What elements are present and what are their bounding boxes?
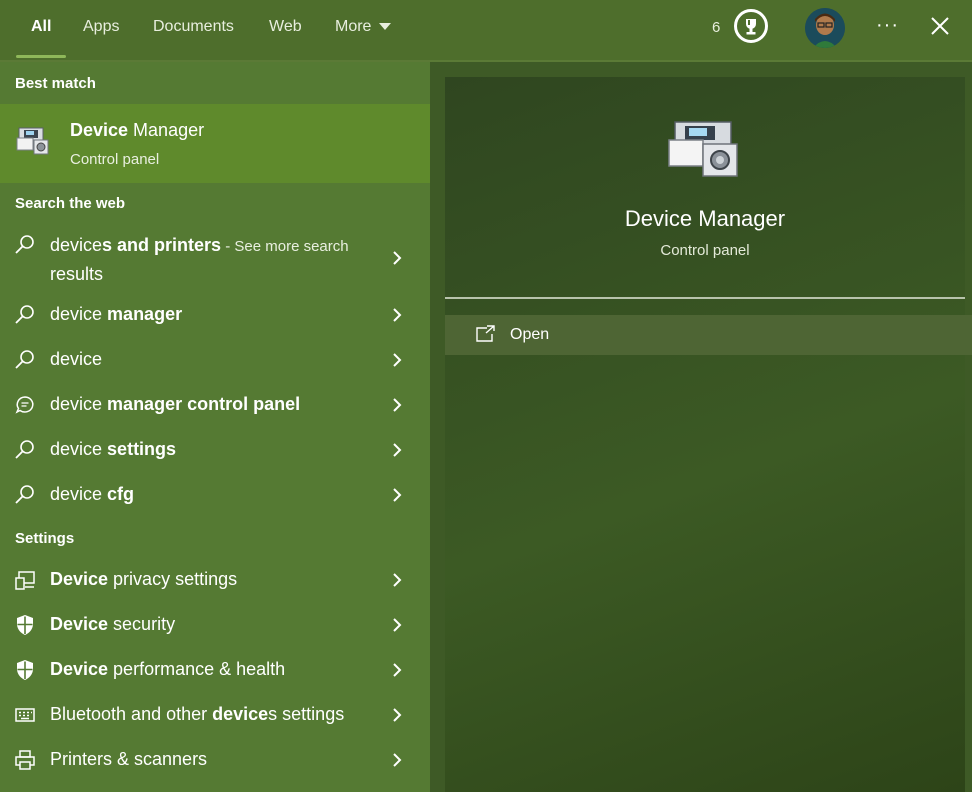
search-icon xyxy=(15,440,34,459)
more-options-icon[interactable]: ··· xyxy=(876,14,899,37)
search-icon xyxy=(15,485,34,504)
shield-icon xyxy=(17,615,33,635)
preview-subtitle: Control panel xyxy=(660,242,750,259)
shield-icon xyxy=(17,660,33,680)
chevron-right-icon xyxy=(393,308,402,322)
web-result-device-settings[interactable]: device settings xyxy=(0,435,430,465)
search-icon xyxy=(15,305,34,324)
chevron-right-icon xyxy=(393,398,402,412)
open-external-icon xyxy=(476,325,495,342)
settings-device-security[interactable]: Device security xyxy=(0,610,430,640)
web-result-label: device xyxy=(50,349,103,369)
web-result-label: device manager xyxy=(50,304,183,324)
device-manager-icon xyxy=(16,127,49,155)
tab-web[interactable]: Web xyxy=(269,18,302,36)
web-result-device-manager-control-panel[interactable]: device manager control panel xyxy=(0,390,430,420)
avatar[interactable] xyxy=(805,8,845,48)
search-icon xyxy=(15,350,34,369)
chevron-right-icon xyxy=(393,618,402,632)
printer-icon xyxy=(15,750,35,770)
open-button[interactable]: Open xyxy=(445,315,972,355)
devices-icon xyxy=(15,571,35,590)
preview-title: Device Manager xyxy=(624,206,786,231)
settings-printers-scanners[interactable]: Printers & scanners xyxy=(0,745,430,775)
settings-device-performance[interactable]: Device performance & health xyxy=(0,655,430,685)
best-match-title: Device Manager xyxy=(70,120,205,140)
settings-heading: Settings xyxy=(15,530,75,547)
preview-divider xyxy=(445,297,965,299)
chevron-right-icon xyxy=(393,663,402,677)
tab-active-indicator xyxy=(16,55,66,58)
chevron-right-icon xyxy=(393,753,402,767)
web-result-label: device settings xyxy=(50,439,177,459)
tab-apps[interactable]: Apps xyxy=(83,18,119,36)
best-match-heading: Best match xyxy=(15,75,96,92)
tab-documents[interactable]: Documents xyxy=(153,18,234,36)
chevron-right-icon xyxy=(393,488,402,502)
settings-label: Device privacy settings xyxy=(50,569,238,589)
chevron-right-icon xyxy=(393,708,402,722)
chevron-right-icon xyxy=(393,573,402,587)
top-bar: All Apps Documents Web More 6 ··· xyxy=(0,0,972,62)
rewards-points: 6 xyxy=(712,19,721,36)
preview-card xyxy=(445,77,965,792)
settings-label: Device performance & health xyxy=(50,659,286,679)
keyboard-icon xyxy=(15,708,35,722)
tab-all[interactable]: All xyxy=(31,18,51,36)
web-result-label: device cfg xyxy=(50,484,135,504)
tab-more-label: More xyxy=(335,18,372,35)
settings-label: Device security xyxy=(50,614,176,634)
chevron-right-icon xyxy=(393,353,402,367)
web-result-device[interactable]: device xyxy=(0,345,430,375)
chat-icon xyxy=(15,396,34,414)
web-result-device-manager[interactable]: device manager xyxy=(0,300,430,330)
web-result-devices-and-printers[interactable]: devices and printers - See more search r… xyxy=(0,228,430,288)
settings-label: Printers & scanners xyxy=(50,749,208,769)
search-web-heading: Search the web xyxy=(15,195,126,212)
chevron-right-icon xyxy=(393,443,402,457)
web-result-device-cfg[interactable]: device cfg xyxy=(0,480,430,510)
chevron-right-icon xyxy=(393,251,402,265)
device-manager-icon xyxy=(668,121,738,177)
search-icon xyxy=(15,235,34,254)
best-match-item[interactable]: Device Manager Control panel xyxy=(0,104,430,183)
settings-device-privacy[interactable]: Device privacy settings xyxy=(0,565,430,595)
web-result-label: device manager control panel xyxy=(50,394,301,414)
web-result-hint: results xyxy=(50,264,104,284)
chevron-down-icon xyxy=(379,23,392,31)
settings-label: Bluetooth and other devices settings xyxy=(50,704,345,724)
best-match-subtitle: Control panel xyxy=(70,151,160,168)
web-result-label: devices and printers - See more search xyxy=(50,235,349,255)
open-label: Open xyxy=(510,326,550,343)
results-panel: Best match Device Manager Control panel … xyxy=(0,62,430,792)
trophy-icon[interactable] xyxy=(734,9,768,43)
settings-bluetooth-devices[interactable]: Bluetooth and other devices settings xyxy=(0,700,430,730)
close-icon[interactable] xyxy=(929,15,951,37)
tab-more[interactable]: More xyxy=(335,18,392,36)
